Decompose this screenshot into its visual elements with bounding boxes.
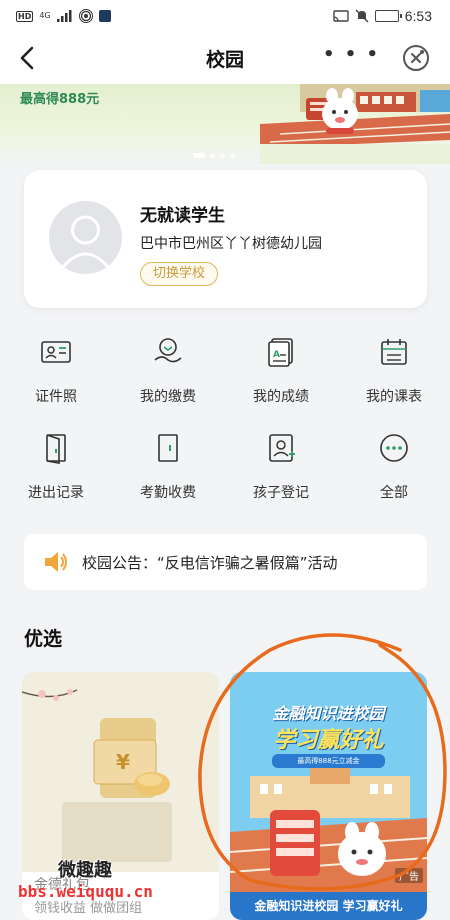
gift-box-illustration: ¥ (22, 672, 219, 872)
hotspot-icon (78, 9, 93, 23)
status-bar-left: HD 4G (16, 9, 111, 23)
signal-icon (56, 10, 72, 22)
grid-label: 进出记录 (28, 485, 84, 501)
more-icon (380, 434, 408, 462)
banner-dot (220, 153, 225, 158)
avatar (49, 201, 122, 274)
schedule-icon (381, 339, 407, 365)
back-arrow-icon[interactable] (12, 42, 44, 74)
promo-banner[interactable]: 最高得888元 (0, 84, 450, 164)
banner-dot (210, 153, 215, 158)
section-title-featured: 优选 (24, 628, 63, 650)
status-bar: HD 4G 6:53 (0, 0, 450, 32)
grid-item-child-register[interactable]: 孩子登记 (225, 414, 337, 504)
watermark-title: 微趣趣 (58, 860, 112, 881)
hd-indicator: HD (16, 10, 34, 22)
grid-label: 孩子登记 (253, 485, 309, 501)
banner-dot-active (193, 153, 205, 158)
cast-icon (333, 9, 349, 22)
promo-subheadline: 学习赢好礼 (273, 728, 384, 753)
child-register-icon (269, 434, 295, 462)
school-name: 巴中市巴州区丫丫树德幼儿园 (140, 236, 322, 252)
grid-label: 考勤收费 (140, 485, 196, 501)
banner-pagination (193, 153, 235, 158)
attendance-icon (158, 434, 178, 462)
school-notice-bar[interactable]: 校园公告：“反电信诈骗之暑假篇”活动 (24, 534, 427, 590)
door-icon (46, 434, 66, 464)
payment-icon (154, 338, 182, 363)
speaker-icon (45, 552, 67, 572)
grid-item-schedule[interactable]: 我的课表 (338, 318, 450, 408)
svg-text:A: A (273, 350, 280, 360)
featured-card-right[interactable]: 金融知识进校园 学习赢好礼 最高得888元立减金 广告 金融知识进校园 学习赢好… (230, 672, 427, 920)
function-grid: 证件照 我的缴费 A 我的成绩 我的课表 进出记录 考勤收费 孩子登记 全部 (0, 318, 450, 518)
status-bar-right: 6:53 (333, 8, 432, 24)
promo-headline: 金融知识进校园 (272, 704, 385, 723)
grid-item-id-photo[interactable]: 证件照 (0, 318, 112, 408)
student-profile-card: 无就读学生 巴中市巴州区丫丫树德幼儿园 切换学校 (24, 170, 427, 308)
grid-item-all[interactable]: 全部 (338, 414, 450, 504)
banner-text: 最高得888元 (20, 92, 100, 107)
promo-badge: 最高得888元立减金 (272, 754, 385, 768)
more-options-button[interactable]: • • • (323, 44, 380, 65)
grid-label: 证件照 (35, 389, 77, 405)
close-miniapp-icon[interactable] (402, 44, 430, 72)
grid-item-attendance[interactable]: 考勤收费 (112, 414, 224, 504)
switch-school-button[interactable]: 切换学校 (140, 262, 219, 286)
grid-label: 我的缴费 (140, 389, 196, 405)
ad-label: 广告 (395, 868, 423, 883)
grid-label: 全部 (380, 485, 408, 501)
watermark-url: bbs.weiququ.cn (18, 882, 153, 901)
school-scene-illustration (260, 84, 450, 164)
network-type: 4G (39, 11, 51, 20)
grid-item-grades[interactable]: A 我的成绩 (225, 318, 337, 408)
svg-text:¥: ¥ (116, 750, 130, 774)
grid-label: 我的成绩 (253, 389, 309, 405)
mute-icon (355, 9, 369, 23)
notice-text: 校园公告：“反电信诈骗之暑假篇”活动 (82, 553, 338, 572)
promo-footer-text: 金融知识进校园 学习赢好礼 (230, 892, 427, 920)
grades-icon: A (268, 338, 293, 367)
grid-item-access-log[interactable]: 进出记录 (0, 414, 112, 504)
battery-icon (374, 10, 402, 22)
grid-item-payment[interactable]: 我的缴费 (112, 318, 224, 408)
app-notification-icon (98, 10, 111, 22)
default-avatar-icon (61, 215, 110, 269)
nav-bar: 校园 • • • (0, 32, 450, 84)
id-card-icon (41, 341, 71, 363)
student-name: 无就读学生 (140, 206, 225, 226)
grid-label: 我的课表 (366, 389, 422, 405)
banner-dot (230, 153, 235, 158)
status-time: 6:53 (404, 8, 432, 24)
page-title: 校园 (205, 48, 244, 71)
site-watermark: 微趣趣 bbs.weiququ.cn (18, 856, 153, 901)
